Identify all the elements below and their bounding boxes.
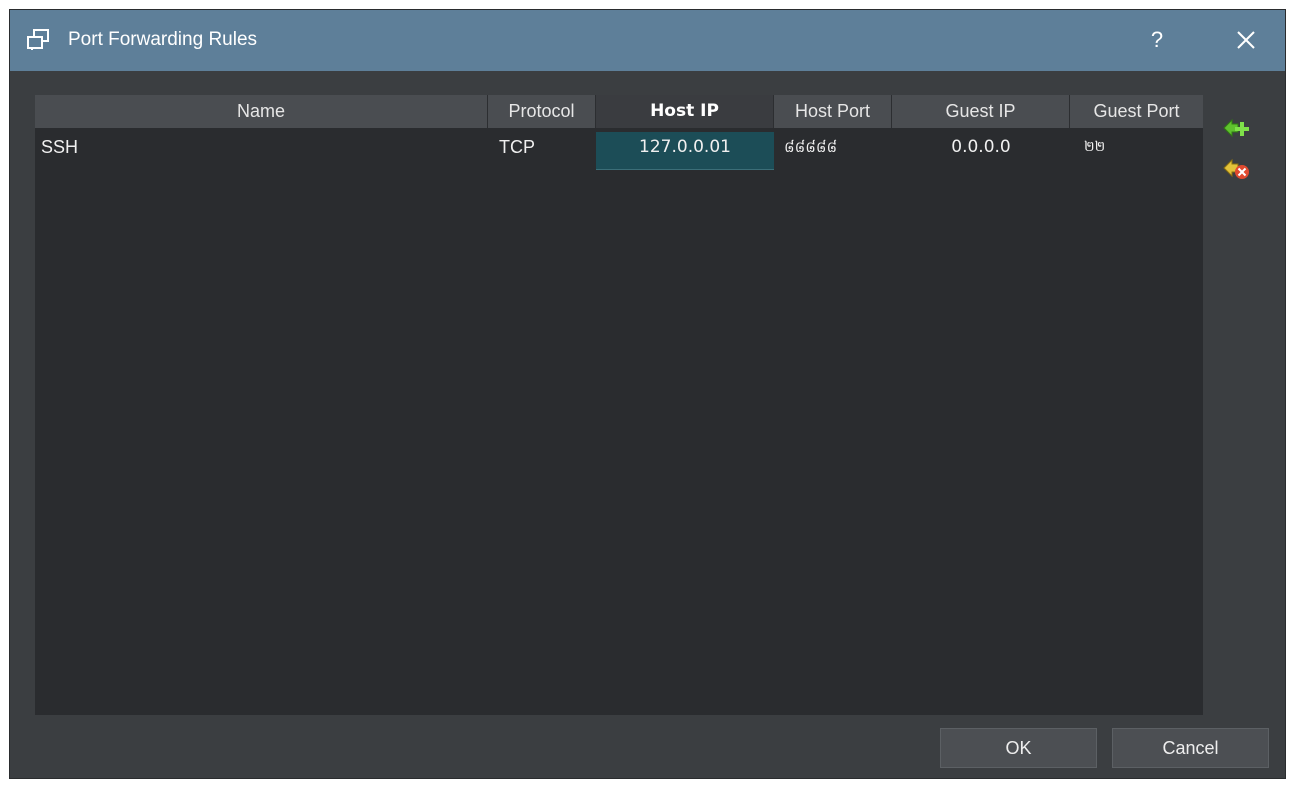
help-button[interactable]: ? [1140,24,1174,56]
remove-rule-button[interactable] [1220,154,1252,184]
title-bar: Port Forwarding Rules ? [10,10,1285,71]
dialog-footer: OK Cancel [10,715,1285,780]
close-icon [1228,31,1264,61]
close-button[interactable] [1228,23,1264,57]
cancel-button[interactable]: Cancel [1112,728,1269,768]
column-header-guest-port[interactable]: Guest Port [1070,95,1203,128]
add-rule-icon [1220,118,1252,148]
cell-host-port[interactable]: ៨៨៨៨៨ [774,132,892,170]
rules-table[interactable]: Name Protocol Host IP Host Port Guest IP… [35,95,1203,715]
column-header-host-port[interactable]: Host Port [774,95,892,128]
ok-button[interactable]: OK [940,728,1097,768]
add-rule-button[interactable] [1220,114,1252,144]
column-header-name[interactable]: Name [35,95,488,128]
cell-name[interactable]: SSH [35,132,488,170]
port-forwarding-dialog: Port Forwarding Rules ? Name Protocol Ho… [9,9,1286,779]
cell-guest-ip[interactable]: 0.0.0.0 [892,132,1070,170]
cell-host-ip[interactable]: 127.0.0.01 [596,132,774,170]
rule-actions [1220,114,1252,194]
cell-guest-port[interactable]: ២២ [1070,132,1203,170]
dialog-title: Port Forwarding Rules [68,29,258,50]
column-header-protocol[interactable]: Protocol [488,95,596,128]
cell-protocol[interactable]: TCP [488,132,596,170]
table-header: Name Protocol Host IP Host Port Guest IP… [35,95,1203,128]
table-row[interactable]: SSH TCP 127.0.0.01 ៨៨៨៨៨ 0.0.0.0 ២២ [35,132,1203,170]
port-forwarding-icon [26,29,50,51]
column-header-host-ip[interactable]: Host IP [596,95,774,128]
column-header-guest-ip[interactable]: Guest IP [892,95,1070,128]
remove-rule-icon [1220,158,1252,188]
